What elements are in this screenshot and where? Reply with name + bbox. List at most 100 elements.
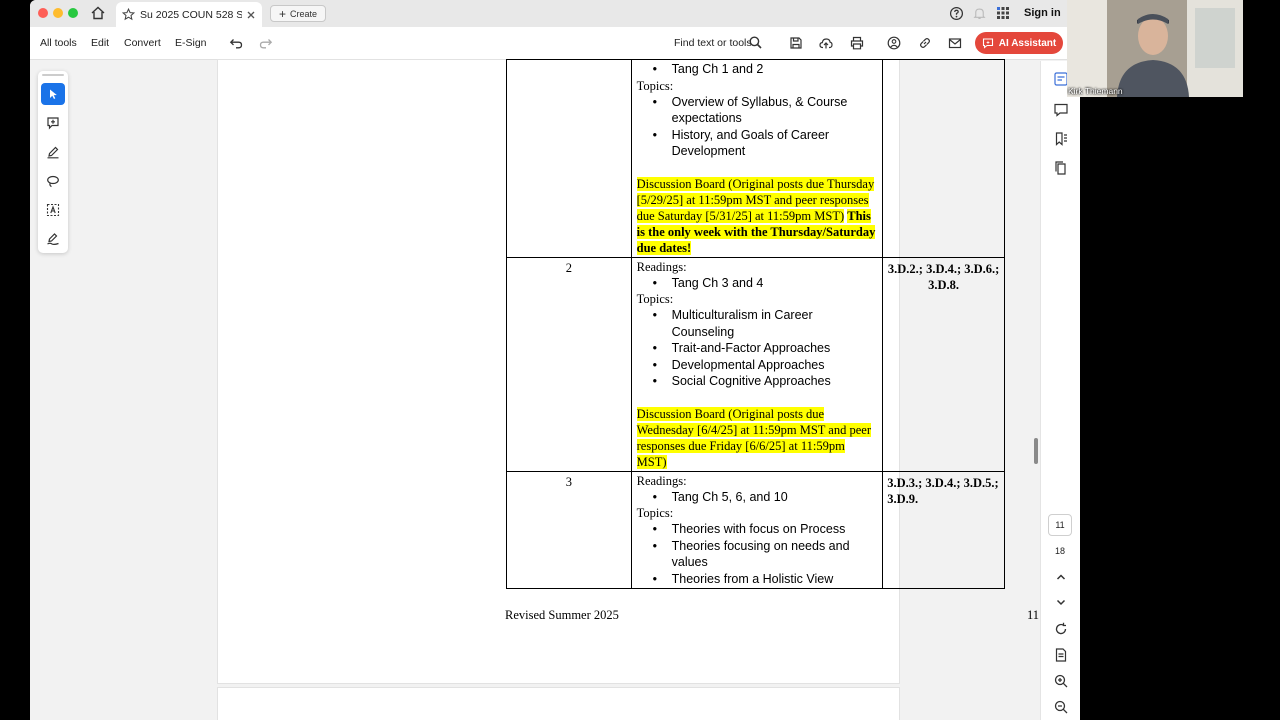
title-bar: Su 2025 COUN 528 Syll... + Create Sign i…	[30, 0, 1080, 27]
list-item: Tang Ch 5, 6, and 10	[637, 489, 878, 506]
plus-icon: +	[279, 6, 287, 21]
convert-menu[interactable]: Convert	[124, 37, 161, 49]
chevron-up-icon[interactable]	[1053, 569, 1069, 585]
page-footer-revision: Revised Summer 2025	[505, 608, 619, 622]
link-icon[interactable]	[918, 36, 932, 50]
discussion-text: Discussion Board (Original posts due Thu…	[636, 176, 875, 223]
zoom-in-icon[interactable]	[1053, 673, 1069, 689]
content-cell: Readings: Tang Ch 3 and 4 Topics: Multic…	[630, 256, 884, 472]
document-viewport[interactable]: Tang Ch 1 and 2 Topics: Overview of Syll…	[30, 59, 1040, 720]
save-icon[interactable]	[789, 36, 803, 50]
help-icon[interactable]	[949, 6, 964, 21]
list-item: Theories with focus on Process	[637, 521, 878, 538]
acrobat-window: Su 2025 COUN 528 Syll... + Create Sign i…	[30, 0, 1080, 720]
topics-label: Topics:	[636, 78, 674, 93]
redo-icon[interactable]	[259, 36, 273, 50]
total-pages: 18	[1054, 546, 1065, 556]
text-box-icon	[46, 203, 60, 217]
cursor-icon	[50, 89, 57, 99]
list-item: Tang Ch 3 and 4	[637, 275, 878, 292]
all-tools-menu[interactable]: All tools	[40, 37, 77, 49]
comment-tool-button[interactable]	[41, 112, 65, 134]
syllabus-table: Tang Ch 1 and 2 Topics: Overview of Syll…	[506, 59, 1005, 589]
vertical-scrollbar[interactable]	[1030, 61, 1040, 720]
home-icon[interactable]	[90, 5, 106, 21]
bell-icon[interactable]	[972, 6, 987, 21]
comments-icon[interactable]	[1053, 102, 1069, 118]
chevron-down-icon[interactable]	[1053, 594, 1069, 610]
draw-tool-button[interactable]	[41, 141, 65, 163]
select-tool-button[interactable]	[41, 83, 65, 105]
quick-tools-panel	[38, 71, 68, 253]
add-comment-icon	[47, 117, 59, 130]
edit-menu[interactable]: Edit	[91, 37, 109, 49]
star-icon[interactable]	[122, 8, 135, 21]
search-icon[interactable]	[749, 36, 762, 49]
list-item: Theories focusing on needs and values	[637, 538, 878, 571]
pen-icon	[47, 146, 59, 159]
share-user-icon[interactable]	[887, 36, 901, 50]
ai-sparkle-icon	[982, 38, 993, 49]
week-cell	[506, 59, 632, 258]
list-item: History, and Goals of Career Development	[637, 127, 878, 160]
discussion-board-note: Discussion Board (Original posts due Wed…	[636, 406, 878, 471]
refresh-icon[interactable]	[1053, 621, 1069, 637]
main-toolbar: All tools Edit Convert E-Sign Find text …	[30, 27, 1080, 60]
sign-in-button[interactable]: Sign in	[1024, 7, 1061, 19]
standards-cell: 3.D.3.; 3.D.4.; 3.D.5.; 3.D.9.	[882, 470, 1005, 589]
tab-title: Su 2025 COUN 528 Syll...	[140, 8, 242, 21]
webcam-video: Kirk Thiemann	[1067, 0, 1243, 97]
minimize-window-button[interactable]	[53, 8, 63, 18]
standards-cell: 3.D.2.; 3.D.4.; 3.D.6.; 3.D.8.	[882, 256, 1005, 472]
find-text-field[interactable]: Find text or tools	[674, 37, 752, 49]
topics-label: Topics:	[636, 506, 674, 520]
sign-tool-button[interactable]	[41, 228, 65, 250]
discussion-text: Discussion Board (Original posts due Wed…	[636, 406, 871, 469]
webcam-feed	[1067, 0, 1243, 97]
zoom-window-button[interactable]	[68, 8, 78, 18]
topics-label: Topics:	[636, 292, 674, 306]
list-item: Developmental Approaches	[637, 357, 878, 374]
close-window-button[interactable]	[38, 8, 48, 18]
standards-cell	[882, 59, 1005, 258]
pdf-page: Tang Ch 1 and 2 Topics: Overview of Syll…	[217, 59, 1039, 684]
print-icon[interactable]	[850, 36, 864, 50]
table-row: 2 Readings: Tang Ch 3 and 4 Topics: Mult…	[506, 256, 1005, 472]
apps-grid-icon[interactable]	[996, 6, 1010, 20]
upload-cloud-icon[interactable]	[819, 36, 833, 50]
current-page-input[interactable]: 11	[1048, 514, 1072, 536]
right-rail: 11 18	[1040, 61, 1080, 720]
list-item: Trait-and-Factor Approaches	[637, 340, 878, 357]
bookmarks-icon[interactable]	[1053, 131, 1069, 147]
text-select-tool-button[interactable]	[41, 199, 65, 221]
document-tab[interactable]: Su 2025 COUN 528 Syll...	[116, 2, 262, 27]
ai-assistant-button[interactable]: AI Assistant	[975, 32, 1063, 54]
week-cell: 3	[506, 470, 632, 589]
list-item: Social Cognitive Approaches	[637, 373, 878, 390]
week-cell: 2	[506, 256, 632, 472]
participant-name: Kirk Thiemann	[1068, 86, 1123, 96]
esign-menu[interactable]: E-Sign	[175, 37, 207, 49]
email-icon[interactable]	[948, 36, 962, 50]
content-cell: Tang Ch 1 and 2 Topics: Overview of Syll…	[630, 59, 884, 258]
readings-label: Readings:	[636, 473, 687, 488]
ai-assistant-label: AI Assistant	[998, 37, 1057, 49]
pdf-next-page	[217, 687, 900, 720]
lasso-tool-button[interactable]	[41, 170, 65, 192]
pages-icon[interactable]	[1053, 160, 1069, 176]
close-tab-icon[interactable]	[246, 10, 256, 20]
undo-icon[interactable]	[229, 36, 243, 50]
page-view-icon[interactable]	[1053, 647, 1069, 663]
discussion-board-note: Discussion Board (Original posts due Thu…	[636, 176, 878, 257]
create-label: Create	[290, 8, 318, 19]
list-item: Theories from a Holistic View	[637, 571, 878, 589]
table-row: Tang Ch 1 and 2 Topics: Overview of Syll…	[506, 59, 1005, 258]
lasso-icon	[47, 175, 59, 188]
panel-grip[interactable]	[42, 74, 64, 76]
table-row: 3 Readings: Tang Ch 5, 6, and 10 Topics:…	[506, 470, 1005, 589]
list-item: Overview of Syllabus, & Course expectati…	[637, 94, 878, 127]
create-button[interactable]: + Create	[270, 5, 327, 22]
scrollbar-thumb[interactable]	[1034, 438, 1038, 464]
zoom-out-icon[interactable]	[1053, 699, 1069, 715]
list-item: Multiculturalism in Career Counseling	[637, 307, 878, 340]
